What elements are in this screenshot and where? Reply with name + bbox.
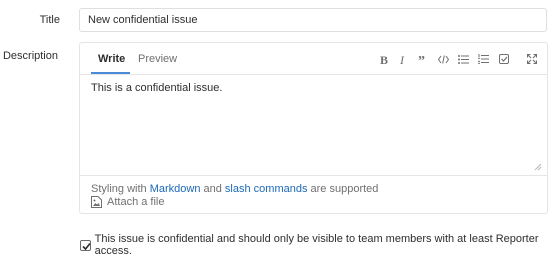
svg-text:I: I bbox=[399, 54, 405, 65]
hint-middle: and bbox=[200, 183, 225, 195]
confidential-label[interactable]: This issue is confidential and should on… bbox=[95, 233, 558, 257]
editor-header: Write Preview B I ” bbox=[80, 43, 547, 75]
file-image-icon bbox=[91, 196, 102, 208]
description-textarea[interactable]: This is a confidential issue. bbox=[91, 82, 222, 94]
bold-icon[interactable]: B bbox=[377, 52, 391, 66]
task-list-icon[interactable] bbox=[497, 52, 511, 66]
checkmark-icon bbox=[82, 242, 91, 250]
hint-prefix: Styling with bbox=[91, 183, 150, 195]
slash-commands-link[interactable]: slash commands bbox=[225, 183, 308, 195]
description-label: Description bbox=[2, 50, 58, 62]
markdown-hint: Styling with Markdown and slash commands… bbox=[91, 183, 378, 195]
markdown-link[interactable]: Markdown bbox=[150, 183, 201, 195]
tab-preview[interactable]: Preview bbox=[138, 53, 177, 65]
svg-text:B: B bbox=[380, 54, 388, 65]
title-input[interactable] bbox=[79, 8, 547, 32]
attach-file-button[interactable]: Attach a file bbox=[91, 196, 164, 208]
fullscreen-icon[interactable] bbox=[525, 52, 539, 66]
bulleted-list-icon[interactable] bbox=[456, 52, 470, 66]
title-label: Title bbox=[39, 14, 60, 26]
attach-file-label: Attach a file bbox=[107, 196, 165, 208]
confidential-checkbox[interactable] bbox=[80, 239, 91, 251]
confidential-row: This issue is confidential and should on… bbox=[80, 233, 558, 257]
numbered-list-icon[interactable] bbox=[476, 52, 490, 66]
hint-suffix: are supported bbox=[307, 183, 379, 195]
editor-footer: Styling with Markdown and slash commands… bbox=[80, 175, 547, 215]
italic-icon[interactable]: I bbox=[396, 52, 410, 66]
tab-write[interactable]: Write bbox=[98, 53, 125, 65]
resize-grip-icon[interactable] bbox=[532, 161, 542, 171]
description-editor: Write Preview B I ” This is a confidenti… bbox=[79, 42, 548, 214]
code-icon[interactable] bbox=[436, 52, 450, 66]
quote-icon[interactable]: ” bbox=[416, 52, 430, 66]
active-tab-indicator bbox=[91, 72, 130, 74]
svg-text:”: ” bbox=[418, 54, 425, 64]
